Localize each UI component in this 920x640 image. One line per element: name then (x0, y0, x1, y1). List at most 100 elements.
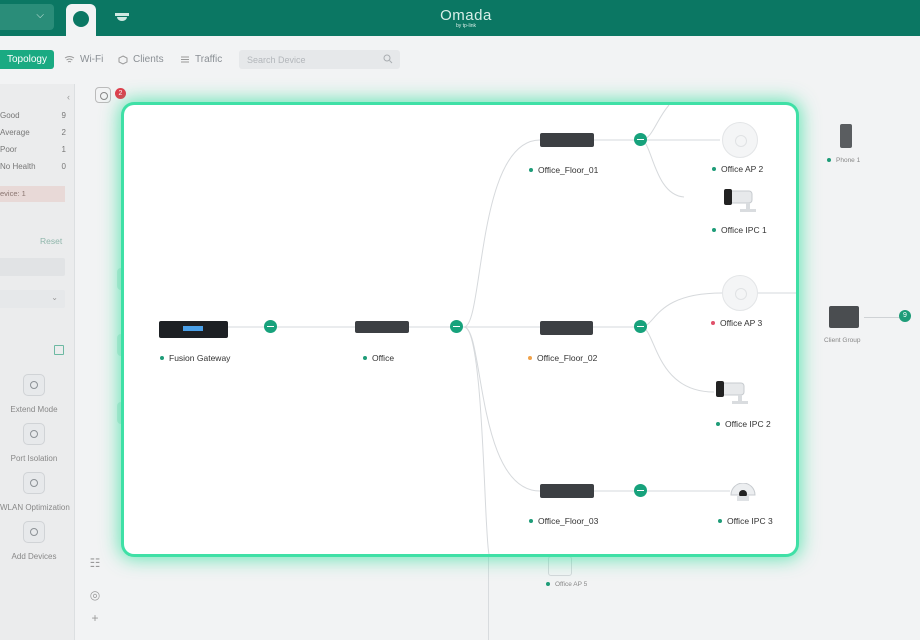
topology-focus-card: Fusion Gateway Office Office_Floor_01 Of… (124, 105, 796, 554)
chevron-down-icon: ⌄ (51, 293, 58, 302)
top-header: ⌵ Omada by tp-link (0, 0, 920, 36)
bullet-camera-icon[interactable] (714, 375, 754, 405)
client-group-count-badge[interactable]: 9 (899, 310, 911, 322)
locate-icon[interactable]: ◎ (88, 588, 102, 602)
globe-icon (73, 11, 89, 27)
health-row-good[interactable]: Good 9 (0, 111, 66, 120)
add-devices-icon (23, 521, 45, 543)
edit-icon[interactable] (54, 345, 64, 355)
search-icon[interactable] (383, 54, 393, 64)
camera-dome-icon (115, 13, 129, 21)
client-group-icon[interactable] (829, 306, 859, 328)
health-row-poor[interactable]: Poor 1 (0, 145, 66, 154)
node-label: Fusion Gateway (169, 353, 231, 363)
status-dot (712, 228, 716, 232)
switch-device-icon[interactable] (355, 321, 409, 333)
node-office-ap-3[interactable]: Office AP 3 (711, 318, 762, 328)
collapse-branch-button[interactable] (634, 133, 647, 146)
gateway-ports (183, 326, 203, 331)
collapse-branch-button[interactable] (634, 484, 647, 497)
node-office-ipc-3[interactable]: Office IPC 3 (718, 516, 773, 526)
camera-shape (724, 189, 756, 212)
node-office-floor-02[interactable]: Office_Floor_02 (528, 353, 597, 363)
node-fusion-gateway[interactable]: Fusion Gateway (160, 353, 230, 363)
search-device-box (239, 50, 400, 69)
collapse-branch-button[interactable] (264, 320, 277, 333)
alert-badge[interactable]: 2 (115, 88, 126, 99)
health-row-average[interactable]: Average 2 (0, 128, 66, 137)
dome-camera-icon[interactable] (728, 482, 758, 511)
health-label: Average (0, 128, 30, 137)
search-device-input[interactable] (247, 53, 377, 66)
collapse-panel-button[interactable]: ‹ (67, 92, 79, 106)
node-label: Office IPC 1 (721, 225, 767, 235)
gateway-device-icon[interactable] (159, 321, 228, 338)
collapse-branch-button[interactable] (634, 320, 647, 333)
wifi-icon (64, 56, 75, 63)
clients-icon (118, 54, 128, 65)
node-office-ap-2[interactable]: Office AP 2 (712, 164, 763, 174)
health-count: 0 (61, 162, 66, 171)
tab-traffic-label: Traffic (195, 54, 223, 65)
switch-device-icon[interactable] (540, 484, 594, 498)
status-dot (160, 356, 164, 360)
node-label: Office IPC 3 (727, 516, 773, 526)
node-label: Office_Floor_01 (538, 165, 599, 175)
office-ap-5-text: Office AP 5 (555, 581, 588, 588)
phone-1-label: Phone 1 (827, 157, 860, 164)
port-isolation-label: Port Isolation (10, 454, 58, 463)
node-office-floor-01[interactable]: Office_Floor_01 (529, 165, 598, 175)
health-label: No Health (0, 162, 36, 171)
office-ap-5-label: Office AP 5 (546, 581, 587, 588)
port-isolation-button[interactable]: Port Isolation (0, 423, 68, 463)
layout-tree-icon[interactable]: ☷ (88, 556, 102, 570)
bullet-camera-icon[interactable] (722, 183, 762, 213)
wlan-optimization-label: WLAN Optimization (0, 503, 70, 512)
filter-input[interactable] (0, 258, 65, 276)
status-dot (363, 356, 367, 360)
status-dot (712, 167, 716, 171)
site-selector[interactable]: ⌵ (0, 4, 54, 30)
health-label: Poor (0, 145, 17, 154)
filter-select[interactable]: ⌄ (0, 290, 65, 308)
access-point-icon[interactable] (722, 275, 758, 311)
tab-topology[interactable]: Topology (0, 50, 54, 69)
tab-clients[interactable]: Clients (118, 50, 164, 69)
wlan-optimization-icon (23, 472, 45, 494)
tab-wifi[interactable]: Wi-Fi (64, 50, 103, 69)
node-label: Office AP 3 (720, 318, 763, 328)
status-dot (529, 519, 533, 523)
tab-devices-view[interactable] (112, 10, 132, 26)
add-devices-button[interactable]: Add Devices (0, 521, 68, 561)
extend-mode-button[interactable]: Extend Mode (0, 374, 68, 414)
node-office-floor-03[interactable]: Office_Floor_03 (529, 516, 598, 526)
wlan-optimization-button[interactable]: WLAN Optimization (0, 472, 70, 512)
health-row-no-health[interactable]: No Health 0 (0, 162, 66, 171)
node-label: Office IPC 2 (725, 419, 771, 429)
node-office-ipc-2[interactable]: Office IPC 2 (716, 419, 771, 429)
device-filter-chip[interactable]: evice: 1 (0, 186, 65, 202)
logo-text: Omada (440, 7, 492, 24)
node-office[interactable]: Office (363, 353, 394, 363)
node-office-ipc-1[interactable]: Office IPC 1 (712, 225, 767, 235)
health-label: Good (0, 111, 20, 120)
switch-device-icon[interactable] (540, 321, 593, 335)
zoom-in-icon[interactable]: + (88, 611, 102, 625)
camera-shape (716, 381, 748, 404)
collapse-branch-button[interactable] (450, 320, 463, 333)
switch-device-icon[interactable] (540, 133, 594, 147)
tab-traffic[interactable]: Traffic (180, 50, 222, 69)
access-point-icon[interactable] (722, 122, 758, 158)
status-dot (711, 321, 715, 325)
office-ap-5-icon[interactable] (548, 556, 572, 576)
device-filter-text: evice: 1 (0, 189, 26, 198)
settings-icon[interactable] (95, 87, 111, 103)
extend-mode-label: Extend Mode (10, 405, 58, 414)
add-devices-label: Add Devices (11, 552, 57, 561)
chevron-down-icon: ⌵ (36, 10, 44, 21)
status-dot (718, 519, 722, 523)
phone-device-icon[interactable] (840, 124, 852, 148)
tab-wifi-label: Wi-Fi (80, 54, 104, 65)
tab-network-view[interactable] (66, 4, 96, 36)
reset-link[interactable]: Reset (40, 236, 62, 246)
